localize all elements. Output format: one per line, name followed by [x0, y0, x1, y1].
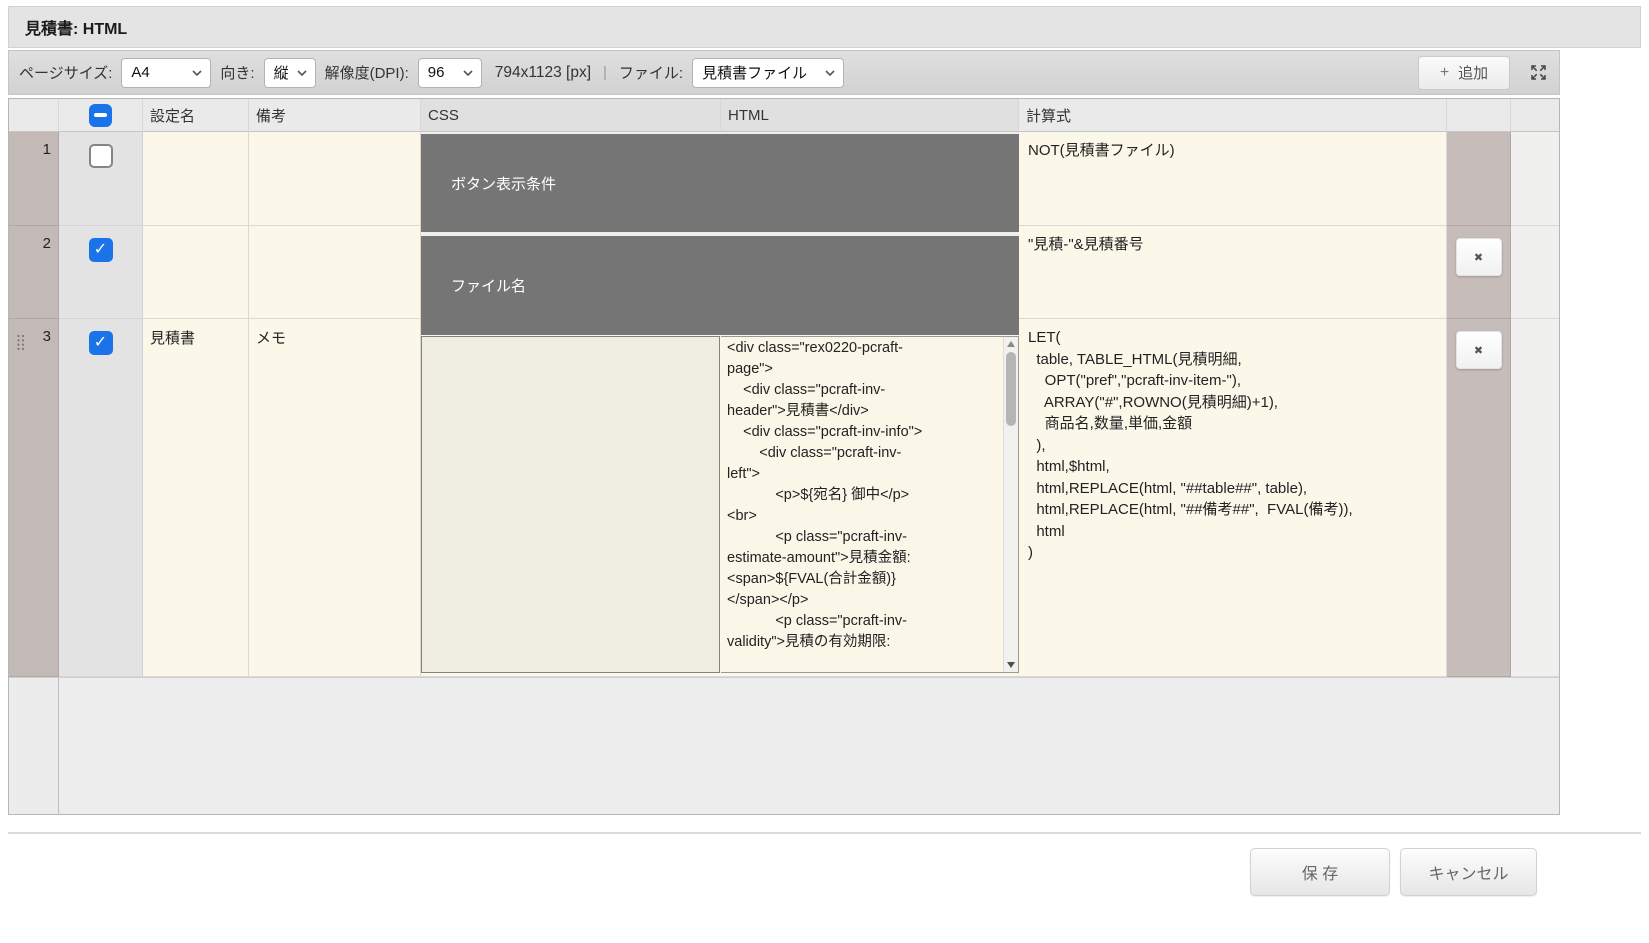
page-size-label: ページサイズ: — [19, 65, 113, 82]
select-all-checkbox[interactable] — [89, 103, 112, 127]
row-number: 2 — [9, 226, 59, 319]
toolbar-separator: | — [603, 64, 607, 81]
orientation-select[interactable]: 縦 — [263, 57, 316, 88]
orientation-value: 縦 — [273, 65, 289, 82]
formula-cell[interactable]: "見積-"&見積番号 — [1019, 226, 1447, 319]
row-actions-cell: ✖ — [1447, 319, 1511, 677]
formula-cell[interactable]: NOT(見積書ファイル) — [1019, 132, 1447, 226]
row-number-cell: 3 — [9, 319, 59, 677]
row-checkbox-cell: ✓ — [59, 319, 143, 677]
header-rownum — [9, 99, 59, 132]
add-row-button[interactable]: + 追加 — [1418, 55, 1510, 90]
name-cell[interactable]: 見積書 — [143, 319, 249, 677]
delete-row-button[interactable]: ✖ — [1455, 331, 1502, 369]
dialog-title-bar: 見積書: HTML — [8, 6, 1641, 48]
delete-row-button[interactable]: ✖ — [1455, 238, 1502, 276]
save-button[interactable]: 保 存 — [1250, 848, 1390, 896]
header-actions — [1447, 99, 1511, 132]
plus-icon: + — [1439, 63, 1450, 81]
html-editor[interactable]: <div class="rex0220-pcraft- page"> <div … — [721, 336, 1019, 673]
button-display-condition-field: ボタン表示条件 — [421, 134, 1019, 232]
chevron-down-icon — [463, 69, 473, 76]
check-icon: ✓ — [93, 334, 108, 351]
file-name-field: ファイル名 — [421, 236, 1019, 335]
settings-table: 設定名 備考 CSS HTML 計算式 1 ボタン表示条件 NOT(見積書ファイ… — [8, 98, 1560, 815]
header-css: CSS — [421, 99, 721, 132]
page-title: 見積書: HTML — [25, 21, 128, 38]
scroll-up-arrow-icon[interactable] — [1007, 341, 1015, 347]
scroll-down-arrow-icon[interactable] — [1007, 662, 1015, 668]
scrollbar-thumb[interactable] — [1006, 352, 1016, 426]
toolbar: ページサイズ: A4 向き: 縦 解像度(DPI): 96 794x1123 [… — [8, 50, 1560, 95]
file-select[interactable]: 見積書ファイル — [692, 57, 845, 88]
filler-area — [59, 677, 1559, 814]
footer-divider — [8, 832, 1641, 834]
orientation-label: 向き: — [220, 65, 255, 82]
drag-handle[interactable] — [16, 334, 26, 351]
memo-cell[interactable] — [249, 226, 421, 319]
dpi-select[interactable]: 96 — [417, 57, 482, 88]
html-editor-scrollbar[interactable] — [1003, 337, 1018, 672]
css-editor-cell — [421, 319, 721, 677]
filler-rownum-column — [9, 677, 59, 814]
page-size-select[interactable]: A4 — [121, 57, 212, 88]
delete-icon: ✖ — [1473, 251, 1484, 264]
memo-cell[interactable] — [249, 132, 421, 226]
add-button-label: 追加 — [1458, 65, 1489, 82]
memo-cell[interactable]: メモ — [249, 319, 421, 677]
row-actions-cell — [1447, 132, 1511, 226]
delete-icon: ✖ — [1473, 344, 1484, 357]
header-memo: 備考 — [249, 99, 421, 132]
formula-cell[interactable]: LET( table, TABLE_HTML(見積明細, OPT("pref",… — [1019, 319, 1447, 677]
file-label: ファイル: — [618, 65, 684, 82]
page-size-value: A4 — [131, 64, 150, 81]
indeterminate-icon — [94, 113, 107, 117]
file-value: 見積書ファイル — [702, 65, 808, 82]
row-checkbox[interactable]: ✓ — [88, 331, 113, 355]
css-editor[interactable] — [421, 336, 720, 673]
expand-icon — [1531, 65, 1546, 80]
header-spacer — [1511, 99, 1559, 132]
row-spacer-cell — [1511, 132, 1559, 226]
fullscreen-toggle[interactable] — [1530, 64, 1547, 81]
name-cell[interactable] — [143, 132, 249, 226]
header-html: HTML — [721, 99, 1019, 132]
row-spacer-cell — [1511, 319, 1559, 677]
row-spacer-cell — [1511, 226, 1559, 319]
dpi-value: 96 — [427, 64, 445, 81]
chevron-down-icon — [192, 69, 202, 76]
dpi-label: 解像度(DPI): — [324, 65, 409, 82]
cancel-button[interactable]: キャンセル — [1400, 848, 1537, 896]
row-checkbox-cell — [59, 132, 143, 226]
header-checkbox-cell — [59, 99, 143, 132]
chevron-down-icon — [297, 69, 307, 76]
row-number: 1 — [9, 132, 59, 226]
name-cell[interactable] — [143, 226, 249, 319]
row-checkbox[interactable] — [88, 144, 113, 168]
row-checkbox-cell: ✓ — [59, 226, 143, 319]
check-icon: ✓ — [93, 241, 108, 258]
header-name: 設定名 — [143, 99, 249, 132]
row-actions-cell: ✖ — [1447, 226, 1511, 319]
html-editor-cell: <div class="rex0220-pcraft- page"> <div … — [721, 319, 1019, 677]
header-formula: 計算式 — [1019, 99, 1447, 132]
editor-host-cell: ボタン表示条件 — [421, 132, 1019, 232]
drag-dots-icon — [17, 334, 25, 350]
row-number: 3 — [42, 328, 51, 345]
pixel-dimensions: 794x1123 [px] — [494, 63, 591, 81]
row-checkbox[interactable]: ✓ — [88, 238, 113, 262]
chevron-down-icon — [825, 69, 835, 76]
editor-host-cell: ファイル名 — [421, 226, 1019, 335]
html-code[interactable]: <div class="rex0220-pcraft- page"> <div … — [721, 337, 1018, 653]
